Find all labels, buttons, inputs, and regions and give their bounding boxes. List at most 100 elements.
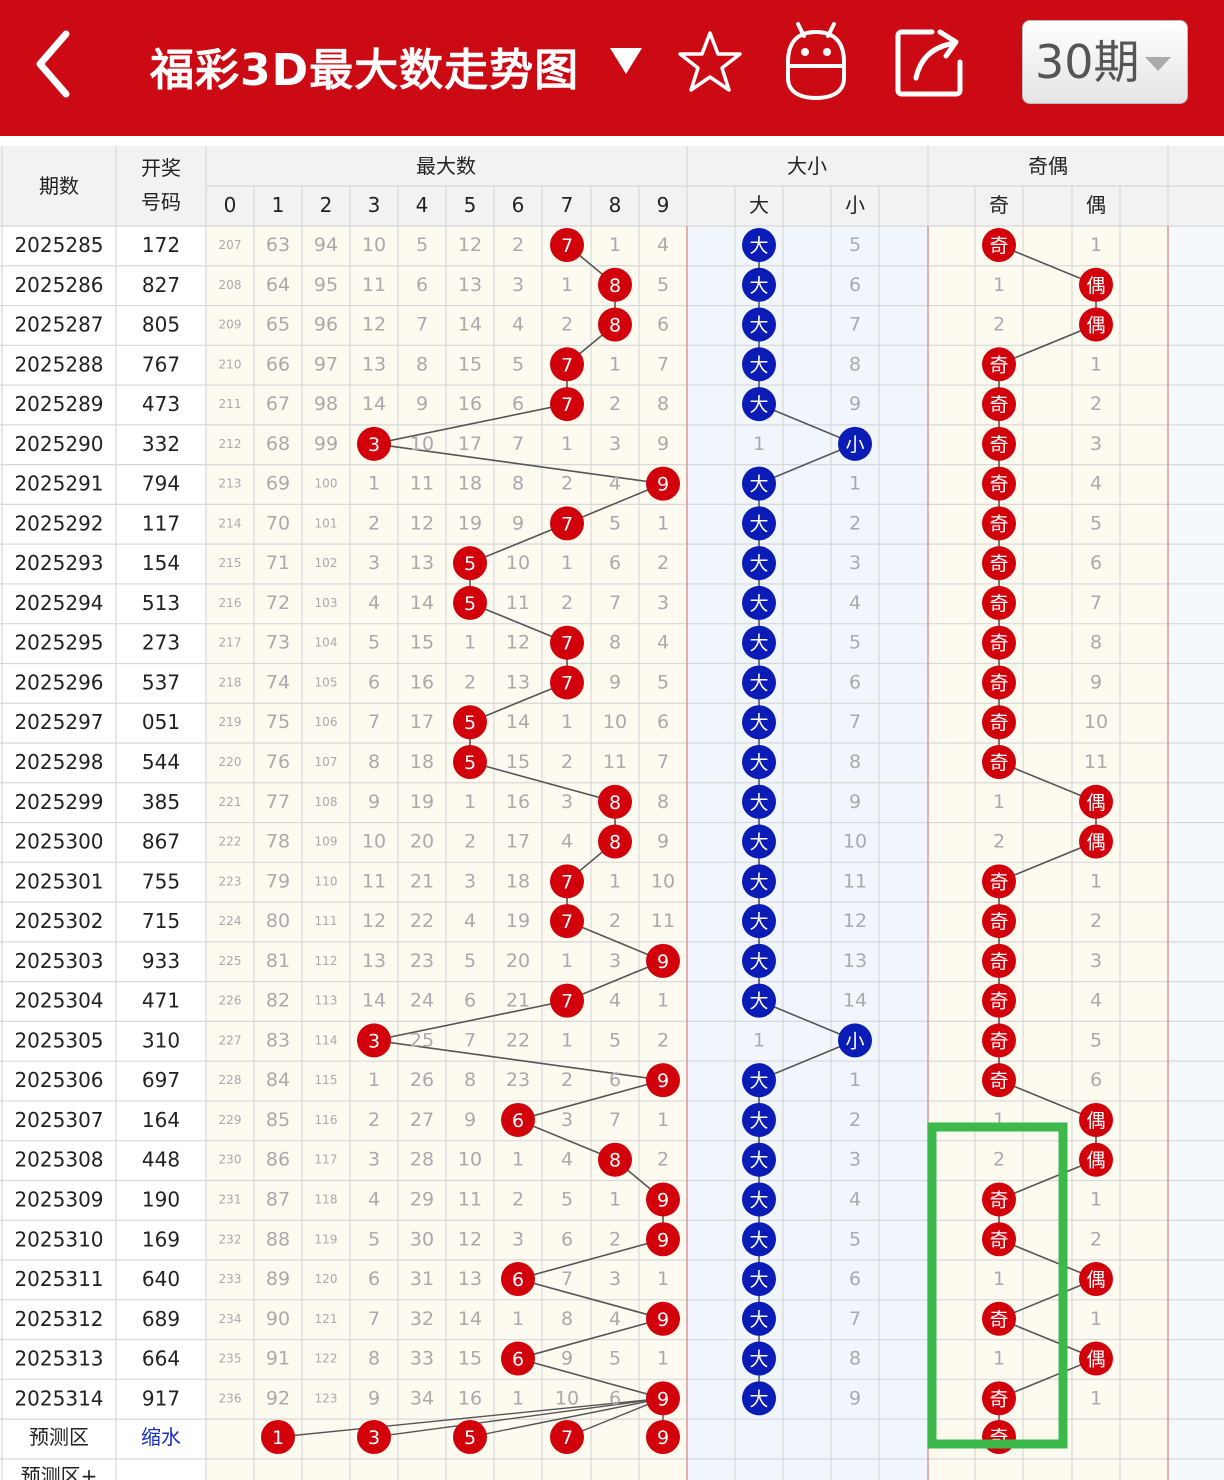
miss-count-cell: 5	[609, 1029, 621, 1051]
page-title[interactable]: 福彩3D最大数走势图	[150, 34, 579, 98]
miss-count-cell: 3	[512, 1228, 524, 1250]
share-icon[interactable]	[892, 24, 968, 100]
miss-count-cell: 12	[506, 632, 530, 654]
size-ball: 大	[742, 267, 776, 302]
parity-ball: 奇	[982, 983, 1016, 1018]
miss-count-cell: 1	[464, 791, 476, 813]
ball-label: 奇	[989, 1388, 1008, 1410]
miss-count-cell: 10	[410, 433, 434, 455]
size-ball: 大	[742, 1222, 776, 1257]
miss-count-cell: 2	[512, 1188, 524, 1210]
miss-count-cell: 3	[561, 1109, 573, 1131]
code-cell: 755	[142, 869, 180, 893]
miss-count-cell: 2	[561, 1069, 573, 1091]
code-cell: 332	[142, 432, 180, 456]
miss-count-cell: 19	[458, 512, 482, 534]
parity-header: 偶	[1086, 193, 1106, 217]
miss-count-cell: 1	[657, 1109, 669, 1131]
ball-label: 偶	[1086, 1150, 1105, 1172]
period-cell: 2025306	[14, 1068, 103, 1092]
miss-count-cell: 2	[1090, 910, 1102, 932]
back-arrow-icon[interactable]	[30, 28, 80, 100]
ball-label: 7	[561, 633, 573, 655]
ball-label: 9	[657, 1388, 669, 1410]
code-cell: 767	[142, 352, 180, 376]
ball-label: 5	[464, 553, 476, 575]
max-ball: 8	[598, 824, 632, 859]
miss-count-cell: 5	[512, 353, 524, 375]
size-ball: 大	[742, 665, 776, 700]
code-cell: 794	[142, 472, 180, 496]
code-cell: 715	[142, 909, 180, 933]
miss-count-cell: 2	[849, 512, 861, 534]
miss-count-cell: 6	[849, 1268, 861, 1290]
miss-count-cell: 4	[1090, 990, 1102, 1012]
parity-ball: 奇	[982, 387, 1016, 422]
period-cell: 2025307	[14, 1108, 103, 1132]
miss-count-cell: 11	[458, 1188, 482, 1210]
max-ball: 3	[357, 426, 391, 461]
miss-count-cell: 8	[368, 751, 380, 773]
period-select[interactable]: 30期	[1022, 20, 1188, 104]
miss-count-cell: 1	[368, 1069, 380, 1091]
miss-count-cell: 11	[362, 870, 386, 892]
ball-label: 7	[561, 991, 573, 1013]
miss-count-cell: 1	[753, 433, 765, 455]
period-cell: 2025311	[14, 1267, 103, 1291]
miss-count-cell: 8	[561, 1308, 573, 1330]
miss-count-cell: 113	[315, 994, 338, 1008]
ball-label: 奇	[989, 394, 1008, 416]
predict-ball[interactable]: 9	[646, 1420, 680, 1454]
ball-label: 奇	[989, 1030, 1008, 1052]
miss-count-cell: 89	[266, 1268, 290, 1290]
miss-count-cell: 1	[993, 791, 1005, 813]
digit-header: 1	[272, 193, 285, 217]
robot-assistant-icon[interactable]	[780, 20, 852, 102]
miss-count-cell: 11	[603, 751, 627, 773]
predict-mode-link[interactable]: 缩水	[141, 1425, 181, 1449]
title-dropdown-icon[interactable]	[608, 44, 644, 78]
miss-count-cell: 6	[1090, 1069, 1102, 1091]
ball-label: 偶	[1086, 275, 1105, 297]
ball-label: 大	[749, 593, 768, 615]
ball-label: 奇	[989, 1229, 1008, 1251]
parity-ball: 奇	[982, 1063, 1016, 1098]
ball-label: 3	[368, 1427, 380, 1449]
miss-count-cell: 2	[993, 831, 1005, 853]
digit-header: 9	[657, 193, 670, 217]
ball-label: 大	[749, 1388, 768, 1410]
max-ball: 5	[453, 546, 487, 581]
predict-ball[interactable]: 1	[261, 1420, 295, 1454]
miss-count-cell: 1	[609, 870, 621, 892]
ball-label: 7	[561, 235, 573, 257]
miss-count-cell: 77	[266, 791, 290, 813]
ball-label: 大	[749, 1189, 768, 1211]
ball-label: 3	[368, 434, 380, 456]
miss-count-cell: 5	[849, 632, 861, 654]
predict-ball[interactable]: 7	[550, 1420, 584, 1454]
favorite-star-icon[interactable]	[676, 28, 744, 96]
predict-ball[interactable]: 5	[453, 1420, 487, 1454]
miss-count-cell: 6	[464, 990, 476, 1012]
period-cell: 2025303	[14, 949, 103, 973]
miss-count-cell: 14	[362, 393, 386, 415]
miss-count-cell: 1	[609, 353, 621, 375]
max-ball: 7	[550, 506, 584, 541]
ball-label: 6	[512, 1110, 524, 1132]
miss-count-cell: 16	[410, 671, 434, 693]
miss-count-cell: 6	[609, 552, 621, 574]
miss-count-cell: 97	[314, 353, 338, 375]
size-ball: 大	[742, 824, 776, 859]
miss-count-cell: 19	[506, 910, 530, 932]
miss-count-cell: 11	[362, 274, 386, 296]
period-cell: 2025291	[14, 472, 103, 496]
miss-count-cell: 2	[993, 314, 1005, 336]
predict-ball[interactable]: 3	[357, 1420, 391, 1454]
size-ball: 大	[742, 1381, 776, 1416]
code-cell: 169	[142, 1227, 180, 1251]
miss-count-cell: 1	[753, 1029, 765, 1051]
group-header-parity: 奇偶	[1028, 154, 1068, 178]
code-cell: 689	[142, 1307, 180, 1331]
max-ball: 5	[453, 705, 487, 740]
miss-count-cell: 7	[849, 711, 861, 733]
